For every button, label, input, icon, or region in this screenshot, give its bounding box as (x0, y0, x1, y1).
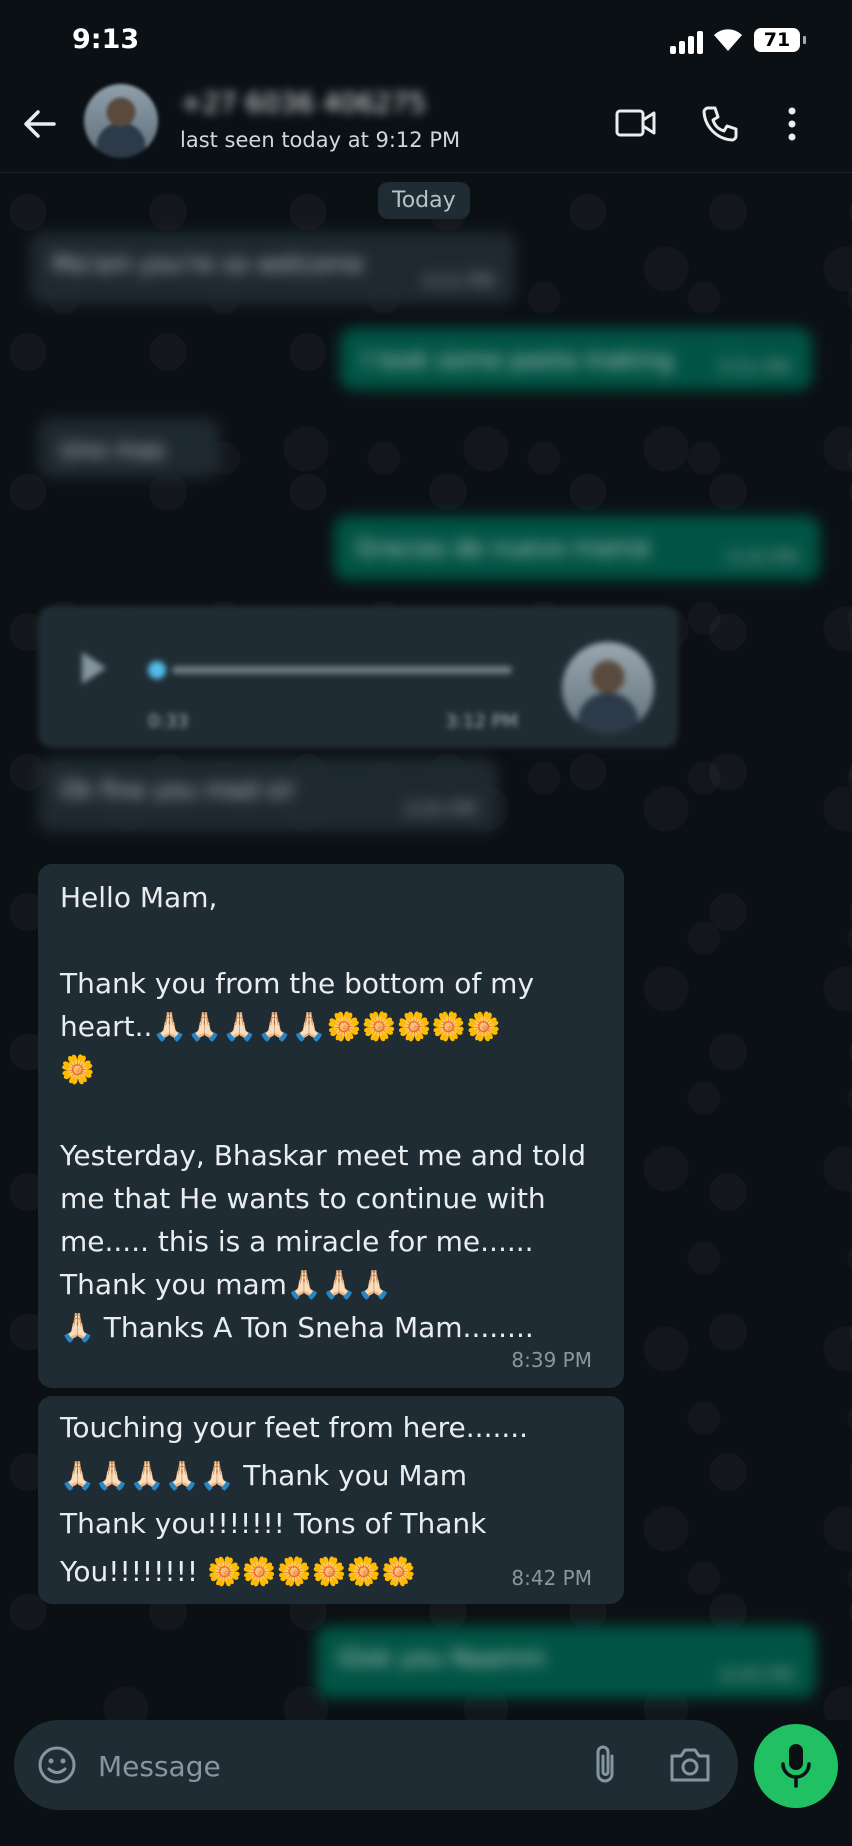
message-text: Hello Mam, Thank you from the bottom of … (60, 881, 586, 1344)
message-bubble-incoming[interactable]: Uno mas (38, 418, 220, 478)
wifi-icon (714, 29, 742, 51)
message-time: 8:45 PM (721, 1665, 794, 1686)
message-bubble-outgoing[interactable]: Gracias de nuevo mamá 3:33 PM (334, 516, 820, 580)
last-seen-status: last seen today at 9:12 PM (180, 128, 461, 152)
voice-waveform[interactable] (172, 666, 512, 674)
message-composer (14, 1720, 738, 1810)
battery-indicator: 71 (754, 28, 806, 52)
voice-duration: 0:33 (148, 711, 189, 732)
message-time: 3:12 PM (445, 711, 518, 732)
contact-avatar[interactable] (84, 84, 158, 158)
attach-icon[interactable] (590, 1742, 620, 1788)
message-bubble-incoming[interactable]: Touching your feet from here....... 🙏🏻🙏🏻… (38, 1396, 624, 1604)
message-input[interactable] (96, 1738, 580, 1794)
message-text: Ma'am you're so welcome (52, 250, 365, 278)
message-text: Uno mas (60, 436, 166, 464)
voice-message-bubble[interactable]: 0:33 3:12 PM (38, 606, 678, 748)
message-time: 8:42 PM (511, 1566, 592, 1590)
message-time: 8:39 PM (511, 1348, 592, 1372)
message-text: Gracias de nuevo mamá (356, 534, 650, 562)
message-bubble-incoming[interactable]: Ma'am you're so welcome 3:11 PM (30, 232, 516, 304)
contact-name[interactable]: +27 6036 406275 (180, 88, 426, 119)
message-bubble-incoming[interactable]: Ok fine you mad sir 3:55 PM (38, 758, 498, 832)
video-call-icon[interactable] (614, 106, 658, 140)
camera-icon[interactable] (668, 1744, 712, 1784)
status-bar: 9:13 71 (0, 0, 852, 80)
sender-avatar (562, 642, 654, 734)
phone-icon[interactable] (700, 104, 740, 144)
message-time: 3:11 PM (421, 271, 494, 292)
message-time: 3:55 PM (403, 799, 476, 820)
voice-progress-dot[interactable] (148, 661, 166, 679)
message-bubble-outgoing[interactable]: Glok you Naamm 8:45 PM (316, 1626, 816, 1698)
message-time: 3:31 PM (717, 357, 790, 378)
emoji-icon[interactable] (36, 1744, 78, 1786)
message-time: 3:33 PM (725, 547, 798, 568)
message-text: I took some pasta making (362, 346, 674, 374)
date-chip: Today (378, 182, 470, 219)
voice-record-button[interactable] (754, 1724, 838, 1808)
signal-icon (670, 30, 706, 54)
message-text: Glok you Naamm (338, 1644, 546, 1672)
more-options-icon[interactable] (786, 104, 798, 144)
chat-header: +27 6036 406275 last seen today at 9:12 … (0, 80, 852, 173)
message-text: Ok fine you mad sir (60, 776, 295, 804)
status-time: 9:13 (72, 24, 140, 55)
message-bubble-incoming[interactable]: Hello Mam, Thank you from the bottom of … (38, 864, 624, 1388)
play-icon[interactable] (78, 648, 110, 688)
message-bubble-outgoing[interactable]: I took some pasta making 3:31 PM (340, 328, 812, 390)
back-arrow-icon[interactable] (20, 104, 60, 144)
mic-icon (781, 1744, 811, 1788)
